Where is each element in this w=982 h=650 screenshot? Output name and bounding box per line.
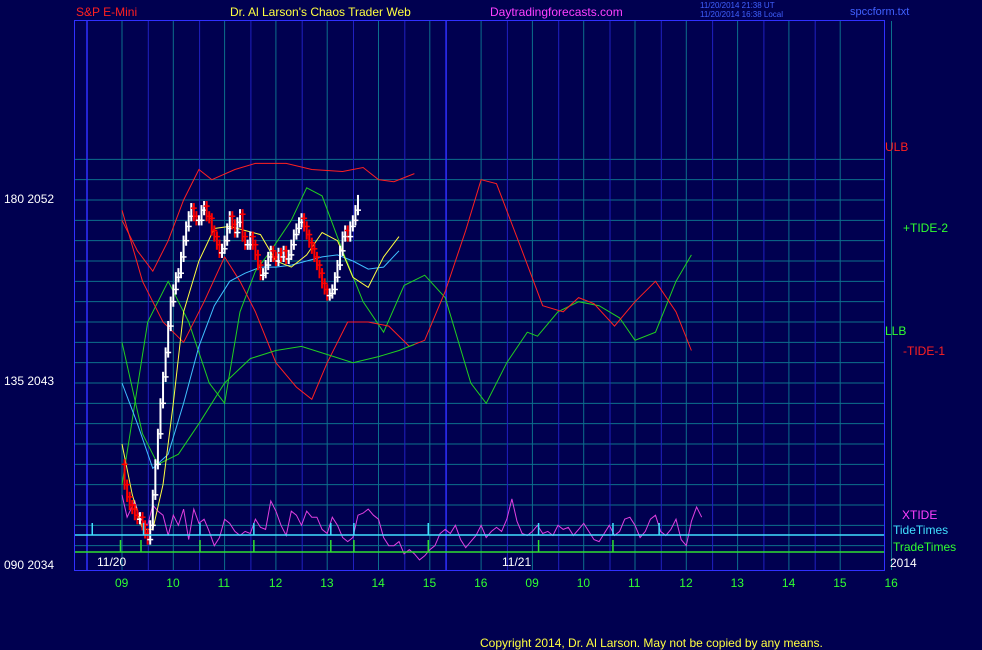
date-label: 11/20 [97,555,127,569]
y-tick-label: 135 2043 [4,374,55,388]
series-label-llb: LLB [885,324,907,338]
price-bars [121,194,361,545]
tide-times-panel [75,523,884,553]
series-label-tradetimes: TradeTimes [893,540,957,554]
chart-title: Dr. Al Larson's Chaos Trader Web [230,5,411,19]
x-tick-label: 10 [576,576,591,590]
series-label-tide1: -TIDE-1 [903,344,945,358]
timestamp-utc: 11/20/2014 21:38 UT [700,1,775,10]
series-label-tide2: +TIDE-2 [903,221,949,235]
chart-grid [75,21,892,570]
chart-canvas [74,20,892,571]
y-tick-label: 090 2034 [4,558,55,572]
x-tick-label: 12 [268,576,283,590]
x-tick-label: 16 [474,576,488,590]
x-tick-label: 13 [730,576,744,590]
x-tick-label: 11 [628,576,641,590]
date-label: 11/21 [502,555,532,569]
x-tick-label: 15 [833,576,847,590]
x-tick-label: 13 [320,576,334,590]
x-tick-label: 16 [884,576,898,590]
year-label: 2014 [890,556,917,570]
series-slow-ma-line [121,250,400,470]
timestamp-local: 11/20/2014 16:38 Local [700,10,784,19]
x-tick-label: 14 [371,576,385,590]
y-tick-label: 180 2052 [4,192,55,206]
x-tick-label: 15 [422,576,437,590]
x-tick-label: 09 [525,576,539,590]
source-file: spccform.txt [850,6,910,18]
series-tide2-line [121,187,692,485]
x-tick-label: 09 [115,576,129,590]
x-tick-label: 10 [166,576,180,590]
series-label-tidetimes: TideTimes [893,523,949,537]
instrument-label: S&P E-Mini [76,5,138,19]
plot-frame [74,20,885,571]
copyright-footer: Copyright 2014, Dr. Al Larson. May not b… [480,636,823,650]
x-tick-label: 11 [217,576,231,590]
x-tick-label: 12 [679,576,693,590]
series-label-xtide: XTIDE [902,508,938,522]
x-tick-label: 14 [781,576,796,590]
site-link[interactable]: Daytradingforecasts.com [490,5,623,19]
series-label-ulb: ULB [885,140,909,154]
